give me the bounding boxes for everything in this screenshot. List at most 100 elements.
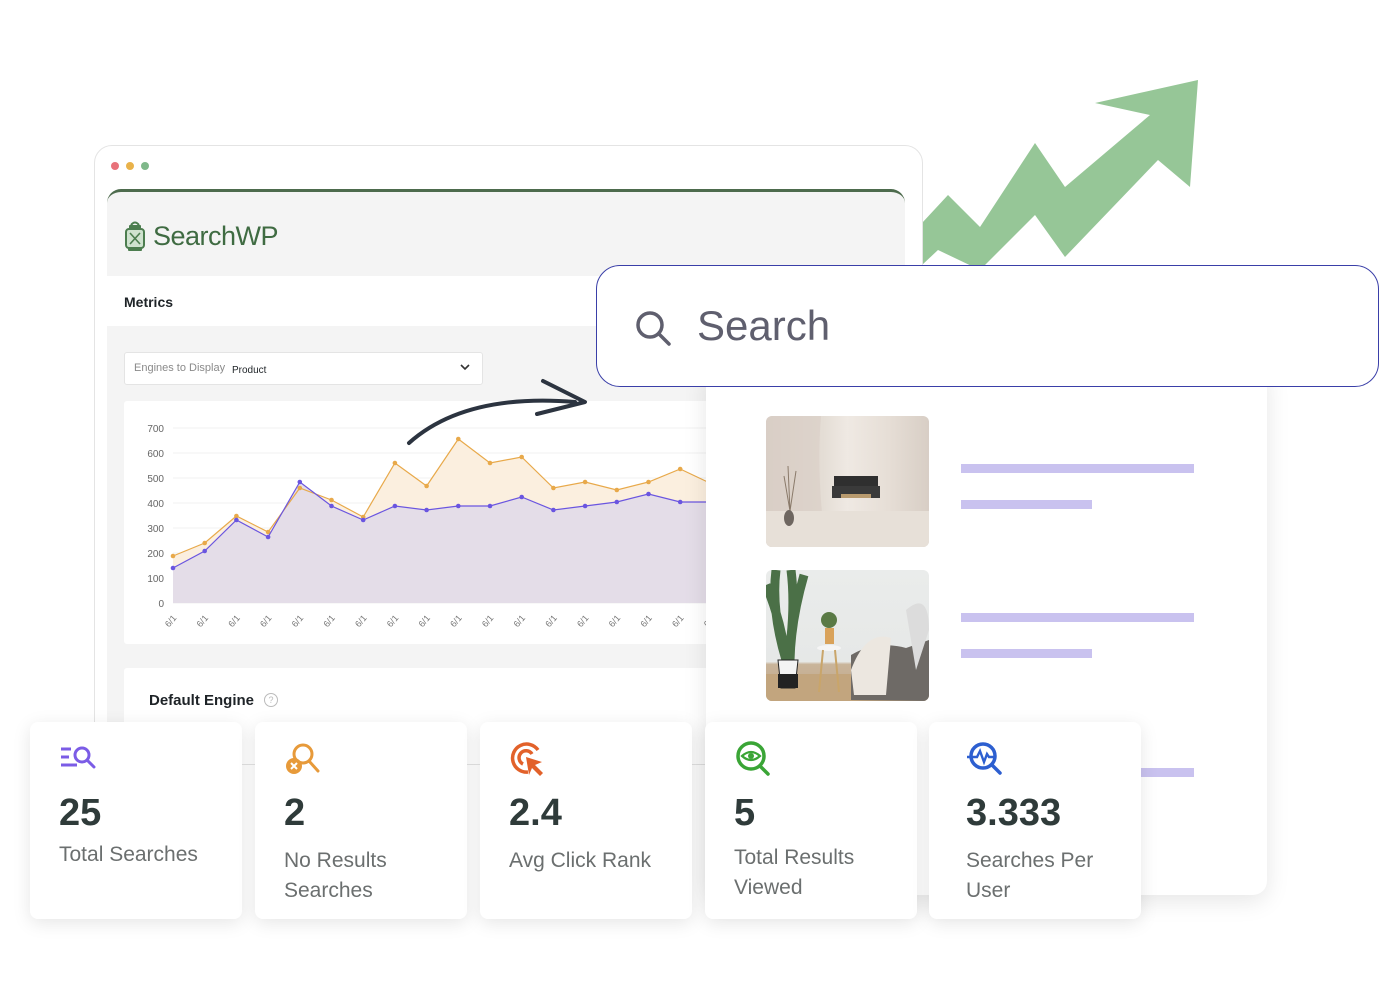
data-point-1 bbox=[519, 494, 524, 500]
data-point-0 bbox=[234, 513, 239, 519]
stat-label: No Results Searches bbox=[284, 849, 387, 902]
x-tick-label: 6/1 bbox=[226, 613, 242, 629]
lantern-icon bbox=[125, 221, 145, 251]
y-tick-label: 0 bbox=[158, 599, 164, 610]
data-point-0 bbox=[329, 497, 334, 503]
x-tick-label: 6/1 bbox=[480, 613, 496, 629]
data-point-0 bbox=[297, 485, 303, 491]
sofa-scene-icon bbox=[766, 416, 929, 547]
stat-label: Avg Click Rank bbox=[509, 849, 651, 872]
data-point-1 bbox=[677, 499, 683, 505]
x-tick-label: 6/1 bbox=[607, 613, 623, 629]
result-image-sofa[interactable] bbox=[766, 416, 929, 547]
trend-arrow-icon bbox=[922, 80, 1198, 270]
result-image-plant[interactable] bbox=[766, 570, 929, 701]
x-tick-label: 6/1 bbox=[448, 613, 464, 629]
x-tick-label: 6/1 bbox=[385, 613, 401, 629]
data-point-1 bbox=[646, 491, 651, 497]
pointer-arrow-icon bbox=[407, 379, 587, 445]
click-target-icon bbox=[510, 742, 543, 776]
result-subtitle-placeholder bbox=[961, 500, 1092, 509]
data-point-0 bbox=[392, 460, 398, 466]
y-tick-label: 500 bbox=[147, 474, 164, 485]
default-engine-title: Default Engine bbox=[149, 692, 255, 709]
data-point-1 bbox=[297, 479, 303, 485]
metrics-title: Metrics bbox=[124, 294, 174, 310]
y-tick-label: 100 bbox=[147, 574, 164, 585]
data-point-1 bbox=[614, 499, 620, 505]
stat-value: 2 bbox=[284, 792, 306, 834]
stat-value: 3.333 bbox=[966, 792, 1062, 834]
x-tick-label: 6/1 bbox=[575, 613, 591, 629]
x-tick-label: 6/1 bbox=[416, 613, 432, 629]
data-point-1 bbox=[170, 565, 176, 571]
result-subtitle-placeholder bbox=[961, 649, 1092, 658]
data-point-1 bbox=[424, 507, 429, 513]
data-point-1 bbox=[392, 503, 398, 509]
stat-value: 5 bbox=[734, 792, 756, 834]
data-point-1 bbox=[360, 517, 366, 523]
chevron-down-icon bbox=[460, 364, 470, 371]
x-tick-label: 6/1 bbox=[353, 613, 369, 629]
data-point-0 bbox=[646, 479, 651, 485]
data-point-1 bbox=[582, 503, 588, 509]
eye-search-icon bbox=[736, 741, 770, 776]
engine-select-label: Engines to Display bbox=[134, 362, 226, 374]
stat-value: 25 bbox=[59, 792, 102, 834]
pulse-search-icon bbox=[967, 742, 1002, 775]
stat-card-searches-per-user: 3.333 Searches Per User bbox=[929, 722, 1141, 919]
data-point-1 bbox=[487, 503, 493, 509]
x-tick-label: 6/1 bbox=[543, 613, 559, 629]
result-title-placeholder bbox=[961, 464, 1194, 473]
no-results-search-icon bbox=[286, 743, 320, 774]
y-tick-label: 700 bbox=[147, 424, 164, 435]
list-search-icon bbox=[61, 746, 96, 769]
x-tick-label: 6/1 bbox=[290, 613, 306, 629]
data-point-1 bbox=[456, 503, 461, 509]
stat-card-total-results-viewed: 5 Total Results Viewed bbox=[705, 722, 917, 919]
data-point-0 bbox=[202, 540, 207, 546]
logo-text: SearchWP bbox=[153, 220, 279, 251]
x-tick-label: 6/1 bbox=[321, 613, 337, 629]
stat-label: Searches Per User bbox=[966, 849, 1094, 902]
data-point-0 bbox=[424, 483, 429, 489]
maximize-dot[interactable] bbox=[141, 162, 149, 170]
help-icon[interactable]: ? bbox=[264, 693, 278, 707]
plant-scene-icon bbox=[766, 570, 929, 701]
x-tick-label: 6/1 bbox=[638, 613, 654, 629]
stat-value: 2.4 bbox=[509, 792, 562, 834]
search-input[interactable]: Search bbox=[596, 265, 1379, 387]
minimize-dot[interactable] bbox=[126, 162, 134, 170]
data-point-1 bbox=[329, 503, 334, 509]
x-tick-label: 6/1 bbox=[258, 613, 274, 629]
data-point-0 bbox=[519, 454, 524, 460]
close-dot[interactable] bbox=[111, 162, 119, 170]
data-point-0 bbox=[614, 487, 620, 493]
search-placeholder: Search bbox=[697, 302, 831, 349]
window-controls bbox=[111, 162, 149, 170]
stat-label: Total Results Viewed bbox=[734, 846, 855, 899]
data-point-1 bbox=[202, 548, 207, 554]
y-tick-label: 600 bbox=[147, 449, 164, 460]
data-point-0 bbox=[487, 460, 493, 466]
y-tick-label: 300 bbox=[147, 524, 164, 535]
x-tick-label: 6/1 bbox=[512, 613, 528, 629]
stat-card-total-searches: 25 Total Searches bbox=[30, 722, 242, 919]
data-point-0 bbox=[582, 479, 588, 485]
engine-select-value: Product bbox=[232, 365, 267, 376]
stat-card-avg-click-rank: 2.4 Avg Click Rank bbox=[480, 722, 692, 919]
data-point-1 bbox=[265, 534, 271, 540]
y-tick-label: 200 bbox=[147, 549, 164, 560]
stat-card-no-results-searches: 2 No Results Searches bbox=[255, 722, 467, 919]
stat-label: Total Searches bbox=[59, 843, 198, 866]
logo: SearchWP bbox=[123, 220, 279, 252]
data-point-1 bbox=[234, 517, 239, 523]
y-tick-label: 400 bbox=[147, 499, 164, 510]
result-title-placeholder bbox=[961, 613, 1194, 622]
data-point-0 bbox=[170, 553, 176, 559]
x-tick-label: 6/1 bbox=[195, 613, 211, 629]
x-tick-label: 6/1 bbox=[670, 613, 686, 629]
data-point-0 bbox=[677, 466, 683, 472]
data-point-0 bbox=[551, 485, 556, 491]
data-point-1 bbox=[551, 507, 556, 513]
